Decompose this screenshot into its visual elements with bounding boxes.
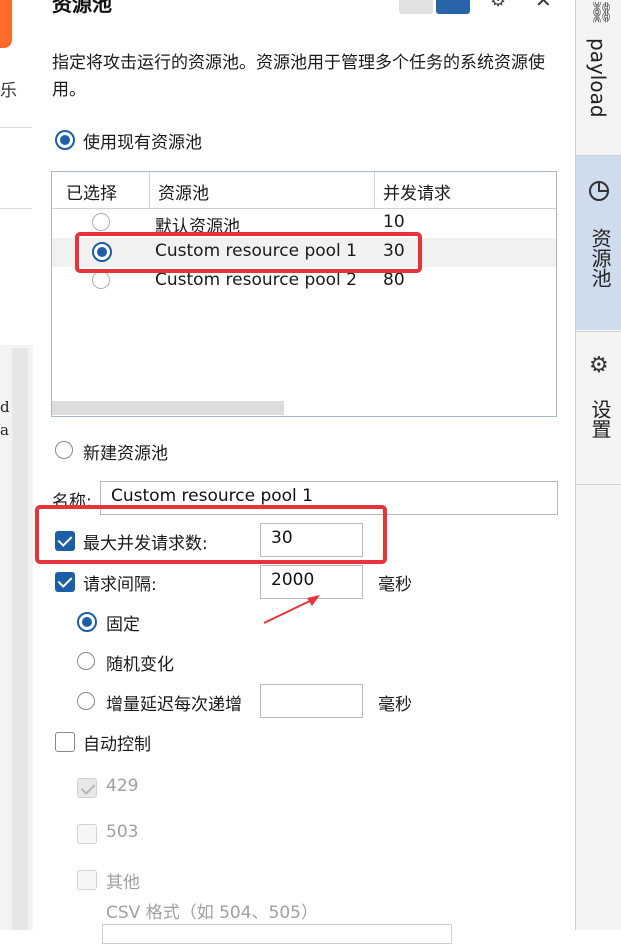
divider (0, 127, 32, 128)
pool-concurrency: 10 (383, 212, 405, 232)
pool-concurrency: 80 (383, 270, 405, 290)
link-icon: ⛓ (589, 0, 615, 24)
row-select-radio[interactable] (92, 271, 110, 289)
close-icon[interactable]: ✕ (535, 0, 552, 12)
interval-fixed-radio[interactable] (77, 612, 97, 632)
interval-random-radio[interactable] (77, 652, 95, 670)
incremental-input[interactable] (260, 684, 363, 718)
code-429-label: 429 (106, 776, 139, 796)
use-existing-label: 使用现有资源池 (83, 133, 202, 153)
divider (0, 208, 32, 209)
ms-unit-label: 毫秒 (378, 695, 412, 715)
new-pool-radio[interactable] (55, 441, 73, 459)
new-pool-label: 新建资源池 (83, 444, 168, 464)
tab-settings-label: 设置 (588, 399, 612, 439)
tab-resource-pool[interactable]: 资源池 (576, 156, 621, 330)
panel-description: 指定将攻击运行的资源池。资源池用于管理多个任务的系统资源使用。 (52, 53, 545, 100)
arrow-annotation (263, 595, 320, 624)
code-other-label: 其他 (106, 873, 140, 893)
tab-payload-label: payload (586, 38, 610, 118)
column-header-selected[interactable]: 已选择 (66, 179, 117, 204)
panel-title: 资源池 (52, 0, 112, 16)
highlight-annotation (75, 232, 422, 273)
gear-icon: ⚙ (589, 353, 609, 378)
detail-view-button[interactable] (436, 0, 470, 14)
csv-format-hint: CSV 格式（如 504、505） (106, 903, 318, 923)
resource-pool-table: 已选择 资源池 并发请求 默认资源池 10 Custom resource po… (51, 171, 557, 417)
interval-fixed-label: 固定 (106, 615, 140, 635)
max-concurrent-checkbox[interactable] (55, 531, 75, 551)
table-horizontal-scrollbar[interactable] (52, 401, 284, 415)
left-text-fragment: 乐 (0, 81, 17, 101)
column-divider[interactable] (149, 172, 150, 208)
left-text-fragment: d a (0, 398, 10, 439)
max-concurrent-input[interactable]: 30 (260, 523, 363, 557)
code-503-checkbox (77, 824, 97, 844)
code-503-label: 503 (106, 822, 139, 842)
auto-control-checkbox[interactable] (55, 732, 75, 752)
column-header-pool[interactable]: 资源池 (158, 179, 209, 204)
tab-settings[interactable]: ⚙ 设置 (576, 335, 621, 485)
code-other-checkbox (77, 870, 97, 890)
divider (576, 331, 621, 332)
auto-control-label: 自动控制 (83, 735, 151, 755)
left-pane-top (0, 0, 33, 345)
list-view-button[interactable] (399, 0, 433, 14)
use-existing-radio[interactable] (55, 130, 75, 150)
max-concurrent-label: 最大并发请求数: (83, 534, 208, 554)
row-select-radio[interactable] (92, 213, 110, 231)
interval-random-label: 随机变化 (106, 655, 174, 675)
pie-chart-icon (589, 181, 609, 201)
csv-input (102, 924, 452, 944)
table-header: 已选择 资源池 并发请求 (52, 172, 556, 209)
interval-incremental-radio[interactable] (77, 692, 95, 710)
ms-unit-label: 毫秒 (378, 575, 412, 595)
column-header-concurrency[interactable]: 并发请求 (383, 179, 451, 204)
interval-incremental-label: 增量延迟每次递增 (106, 695, 242, 715)
pool-name: Custom resource pool 2 (155, 270, 357, 290)
code-429-checkbox (77, 778, 97, 798)
column-divider[interactable] (374, 172, 375, 208)
orange-tab[interactable] (0, 0, 12, 48)
tab-payload[interactable]: ⛓ payload (576, 0, 621, 150)
request-interval-checkbox[interactable] (55, 572, 75, 592)
gear-icon[interactable]: ⚙ (490, 0, 506, 11)
left-scrollbar[interactable] (12, 348, 28, 930)
request-interval-label: 请求间隔: (83, 575, 157, 595)
divider (576, 484, 621, 485)
tab-resource-pool-label: 资源池 (588, 228, 612, 288)
